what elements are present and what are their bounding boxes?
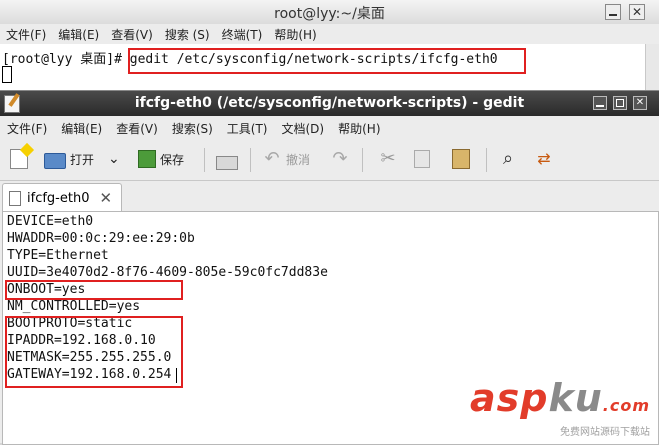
- maximize-icon[interactable]: [613, 96, 627, 110]
- toolbar-separator: [486, 148, 487, 172]
- close-icon[interactable]: ✕: [99, 189, 112, 207]
- minimize-icon[interactable]: [605, 4, 621, 20]
- menu-search[interactable]: 搜索(S): [165, 116, 220, 138]
- close-icon[interactable]: ✕: [629, 4, 645, 20]
- menu-file[interactable]: 文件(F): [0, 116, 54, 138]
- document-tabs: ifcfg-eth0 ✕: [0, 181, 659, 212]
- scissors-icon: ✂: [380, 148, 396, 169]
- find-button[interactable]: ⌕: [498, 146, 522, 172]
- chevron-down-icon: ⌄: [108, 151, 120, 167]
- terminal-titlebar[interactable]: root@lyy:~/桌面 ✕: [0, 0, 659, 25]
- watermark: aspku.com 免费网站源码下载站: [470, 379, 650, 438]
- menu-edit[interactable]: 编辑(E): [54, 116, 109, 138]
- watermark-logo: aspku.com: [470, 379, 650, 425]
- binoculars-icon: ⌕: [502, 148, 514, 169]
- undo-button[interactable]: ↶ 撤消: [262, 146, 310, 172]
- new-button[interactable]: [10, 146, 32, 172]
- network-settings-highlight-box: [5, 316, 183, 388]
- line-hwaddr: HWADDR=00:0c:29:ee:29:0b: [7, 231, 195, 246]
- save-label: 保存: [160, 152, 185, 167]
- terminal-title: root@lyy:~/桌面: [274, 6, 385, 22]
- menu-view[interactable]: 查看(V): [105, 24, 159, 44]
- gedit-titlebar[interactable]: ifcfg-eth0 (/etc/sysconfig/network-scrip…: [0, 91, 659, 116]
- new-document-icon: [10, 149, 28, 169]
- menu-edit[interactable]: 编辑(E): [52, 24, 105, 44]
- line-type: TYPE=Ethernet: [7, 248, 109, 263]
- menu-view[interactable]: 查看(V): [109, 116, 165, 138]
- replace-button[interactable]: ⇄: [534, 146, 558, 172]
- open-label: 打开: [70, 152, 95, 167]
- find-replace-icon: ⇄: [537, 149, 551, 168]
- line-nm-controlled: NM_CONTROLLED=yes: [7, 299, 141, 314]
- gedit-window: ifcfg-eth0 (/etc/sysconfig/network-scrip…: [0, 90, 659, 445]
- gedit-menubar: 文件(F) 编辑(E) 查看(V) 搜索(S) 工具(T) 文档(D) 帮助(H): [0, 116, 659, 138]
- copy-icon: [414, 150, 430, 168]
- tab-label: ifcfg-eth0: [27, 190, 90, 206]
- menu-documents[interactable]: 文档(D): [275, 116, 332, 138]
- menu-help[interactable]: 帮助(H): [268, 24, 322, 44]
- print-icon: [216, 156, 238, 170]
- menu-search[interactable]: 搜索 (S): [159, 24, 216, 44]
- line-device: DEVICE=eth0: [7, 214, 94, 229]
- open-button[interactable]: 打开: [44, 146, 94, 172]
- document-icon: [9, 190, 21, 206]
- watermark-tagline: 免费网站源码下载站: [560, 427, 650, 438]
- gedit-toolbar: 打开 ⌄ 保存 ↶ 撤消 ↷ ✂ ⌕ ⇄: [0, 138, 659, 181]
- command-highlight-box: [128, 48, 526, 74]
- watermark-brand-a: asp: [469, 376, 549, 420]
- onboot-highlight-box: [5, 280, 183, 300]
- cut-button[interactable]: ✂: [378, 146, 402, 172]
- redo-icon: ↷: [332, 148, 348, 169]
- minimize-icon[interactable]: [593, 96, 607, 110]
- toolbar-separator: [250, 148, 251, 172]
- folder-open-icon: [44, 153, 66, 169]
- terminal-cursor: [2, 66, 12, 83]
- toolbar-separator: [204, 148, 205, 172]
- watermark-brand-b: ku: [548, 376, 603, 420]
- clipboard-icon: [452, 149, 470, 169]
- undo-icon: ↶: [264, 148, 280, 169]
- save-button[interactable]: 保存: [138, 146, 184, 172]
- menu-help[interactable]: 帮助(H): [331, 116, 387, 138]
- terminal-menubar: 文件(F) 编辑(E) 查看(V) 搜索 (S) 终端(T) 帮助(H): [0, 24, 659, 44]
- close-icon[interactable]: ✕: [633, 96, 647, 110]
- save-icon: [138, 150, 156, 168]
- menu-tools[interactable]: 工具(T): [220, 116, 275, 138]
- tab-ifcfg-eth0[interactable]: ifcfg-eth0 ✕: [2, 183, 122, 212]
- redo-button[interactable]: ↷: [330, 146, 354, 172]
- copy-button[interactable]: [414, 146, 434, 172]
- text-editor[interactable]: DEVICE=eth0 HWADDR=00:0c:29:ee:29:0b TYP…: [2, 211, 659, 445]
- menu-file[interactable]: 文件(F): [0, 24, 52, 44]
- print-button[interactable]: [216, 146, 242, 172]
- toolbar-separator: [362, 148, 363, 172]
- open-recent-dropdown[interactable]: ⌄: [108, 146, 120, 172]
- paste-button[interactable]: [452, 146, 474, 172]
- shell-prompt: [root@lyy 桌面]#: [2, 52, 122, 67]
- undo-label: 撤消: [286, 152, 311, 167]
- gedit-title: ifcfg-eth0 (/etc/sysconfig/network-scrip…: [134, 95, 525, 111]
- watermark-brand-c: .com: [602, 396, 650, 415]
- menu-terminal[interactable]: 终端(T): [216, 24, 269, 44]
